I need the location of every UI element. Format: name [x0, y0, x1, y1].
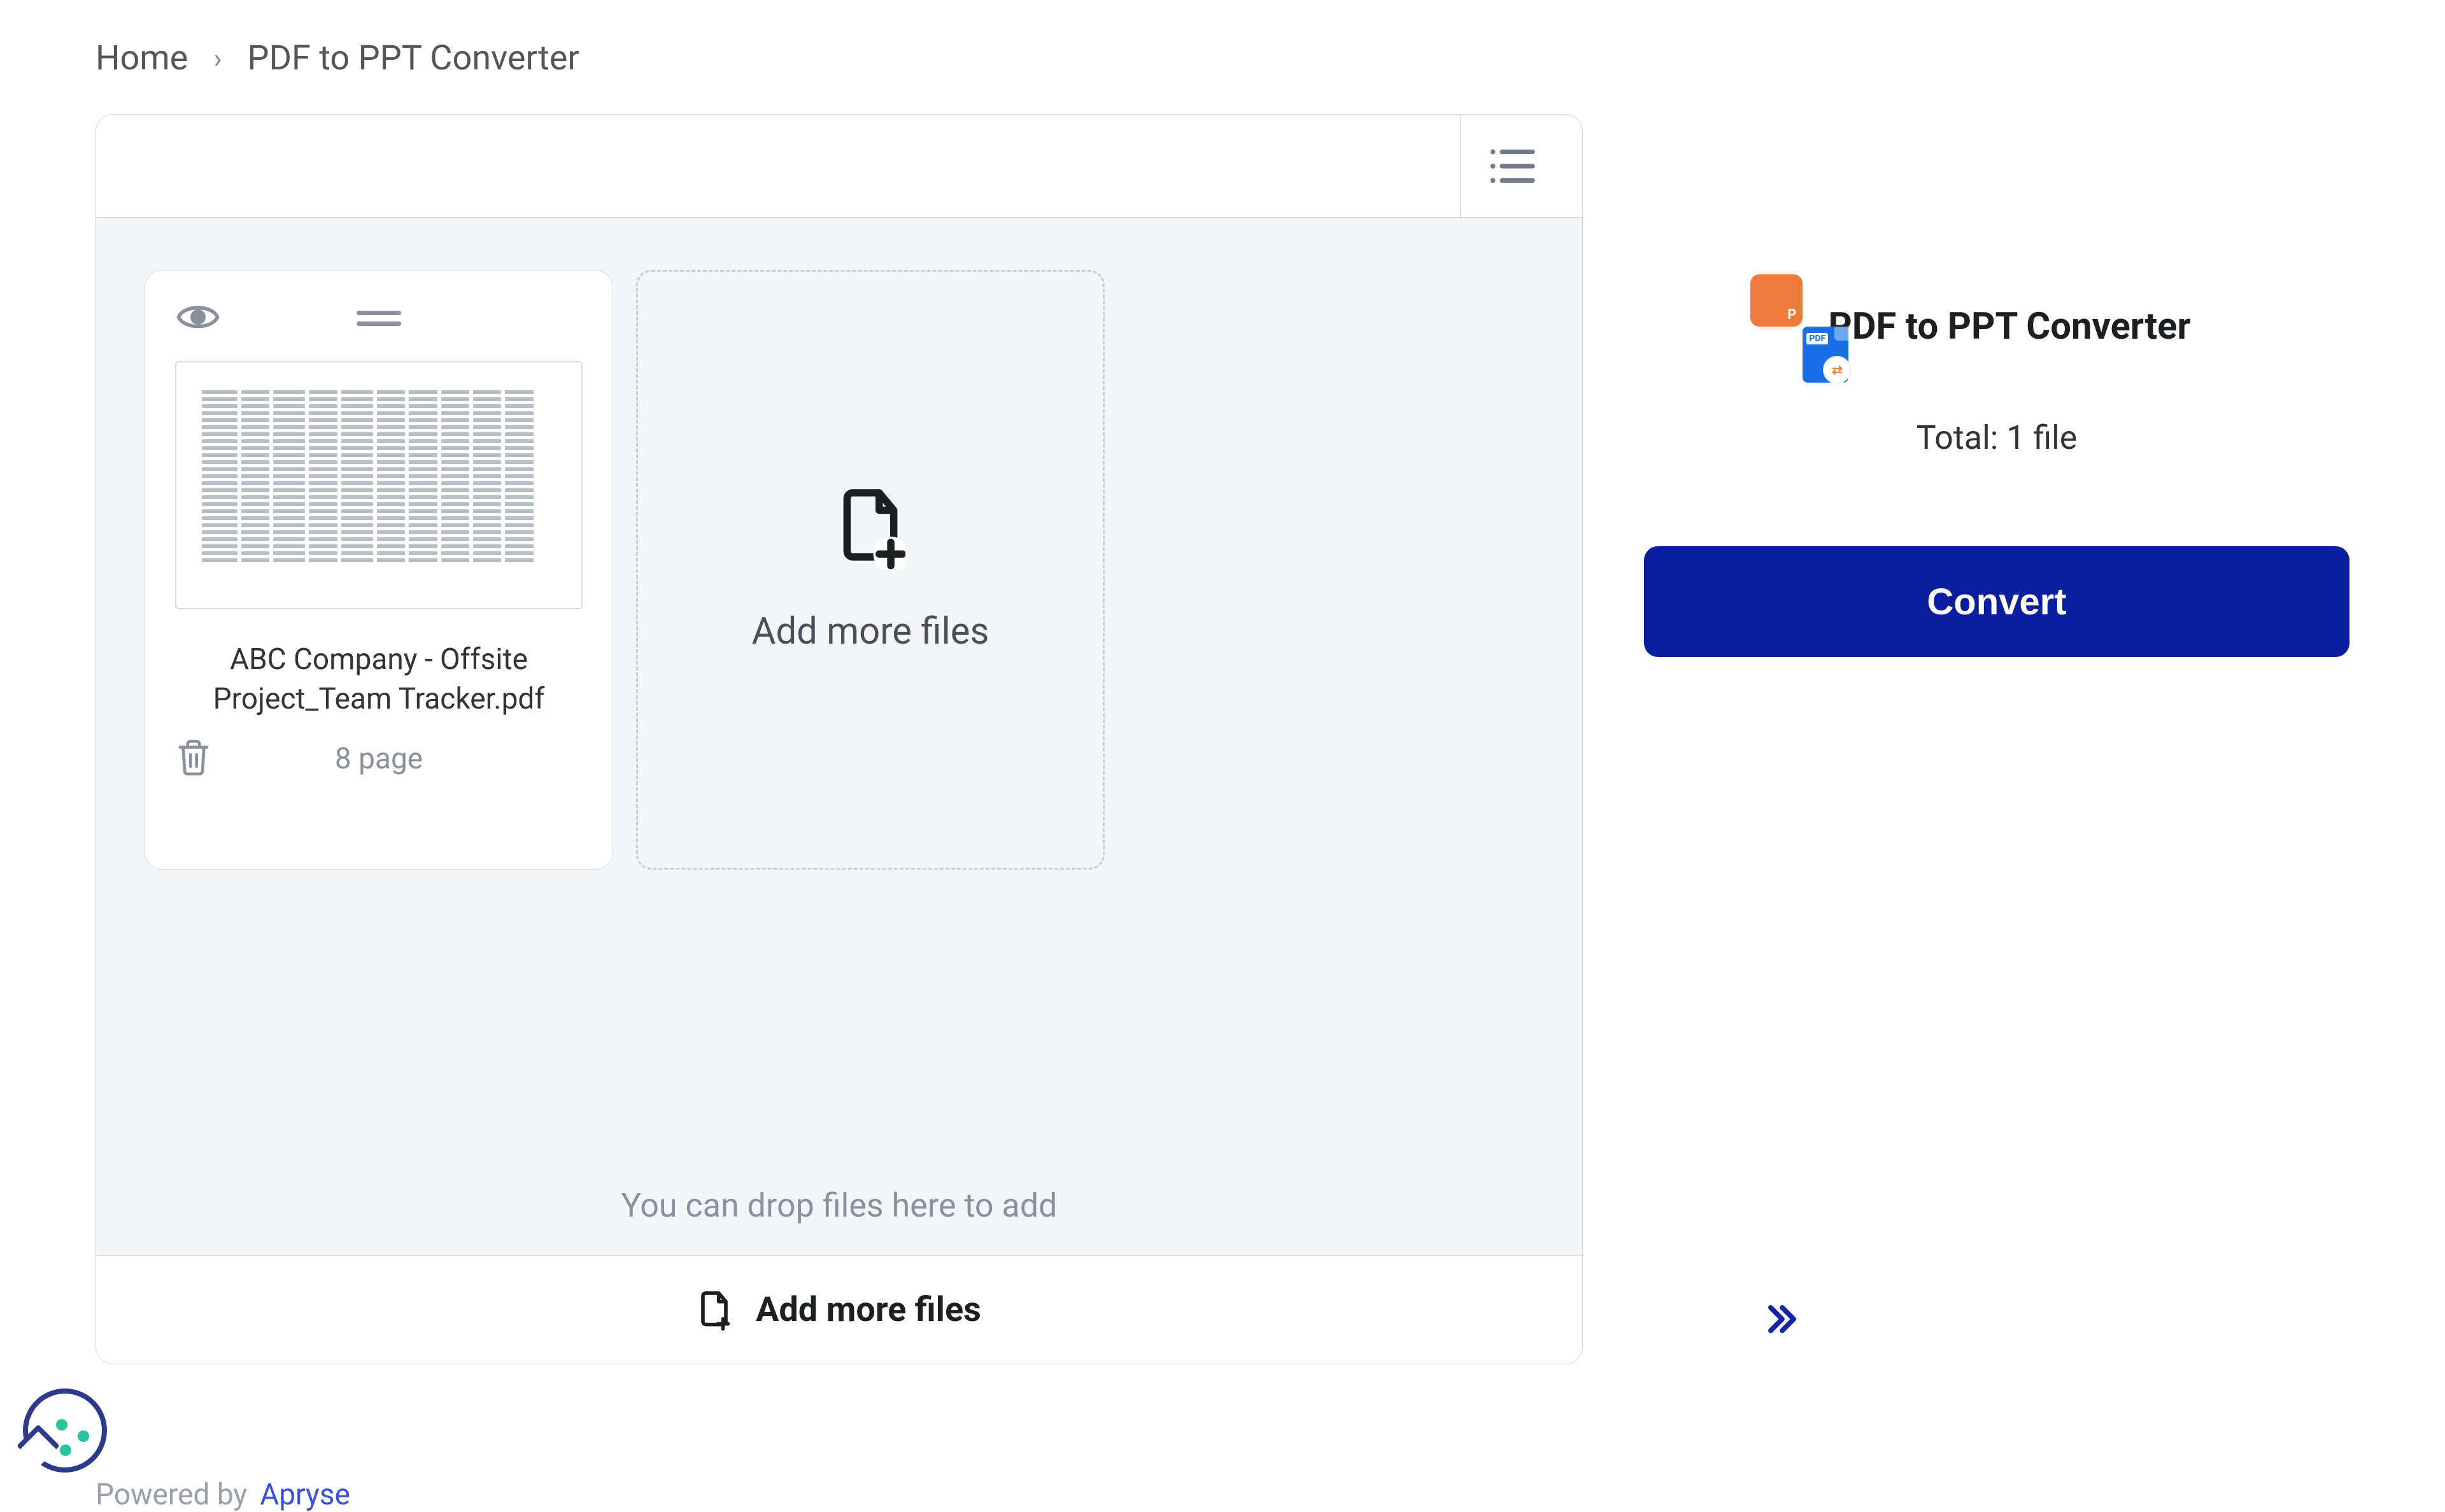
list-view-toggle[interactable]: [1460, 115, 1562, 217]
breadcrumb-separator-icon: ›: [213, 42, 222, 75]
delete-file-button[interactable]: [176, 738, 211, 780]
cookie-dot-icon: [60, 1445, 71, 1456]
cookie-settings-button[interactable]: [23, 1388, 107, 1473]
breadcrumb-home-link[interactable]: Home: [96, 38, 188, 78]
add-more-files-footer-button[interactable]: Add more files: [96, 1255, 1582, 1364]
powered-by: Powered by Apryse: [96, 1478, 350, 1512]
eye-icon: [176, 301, 220, 333]
file-card-header: [168, 301, 590, 336]
add-more-files-label: Add more files: [752, 610, 989, 653]
breadcrumb-current: PDF to PPT Converter: [248, 38, 579, 78]
file-card-footer: 8 page: [168, 742, 590, 776]
chevrons-right-icon: [1762, 1299, 1802, 1339]
list-view-icon: [1488, 147, 1535, 185]
trash-icon: [176, 738, 211, 777]
file-add-small-icon: [697, 1290, 732, 1331]
preview-button[interactable]: [176, 301, 220, 336]
file-add-icon: [835, 486, 905, 569]
drop-zone-hint: You can drop files here to add: [96, 1186, 1582, 1225]
panel-header: [96, 115, 1582, 218]
breadcrumb: Home › PDF to PPT Converter: [96, 38, 2349, 78]
convert-button[interactable]: Convert: [1644, 546, 2349, 657]
thumbnail-preview-text: [195, 375, 562, 385]
total-files-label: Total: 1 file: [1917, 418, 2078, 457]
sidebar-title: PDF to PPT Converter: [1828, 305, 2190, 348]
file-thumbnail[interactable]: [175, 361, 583, 609]
powered-by-vendor-link[interactable]: Apryse: [260, 1478, 350, 1512]
files-panel: ABC Company - Offsite Project_Team Track…: [96, 114, 1583, 1364]
cookie-dot-icon: [78, 1431, 89, 1442]
panel-body: ABC Company - Offsite Project_Team Track…: [96, 218, 1582, 1255]
drag-handle-icon[interactable]: [220, 311, 537, 326]
powered-by-prefix: Powered by: [96, 1478, 247, 1512]
file-cards-row: ABC Company - Offsite Project_Team Track…: [145, 270, 1534, 870]
file-name-label: ABC Company - Offsite Project_Team Track…: [168, 640, 590, 719]
sidebar-header: PDF ⇄ PDF to PPT Converter: [1803, 305, 2190, 348]
main-layout: ABC Company - Offsite Project_Team Track…: [96, 114, 2349, 1364]
file-card[interactable]: ABC Company - Offsite Project_Team Track…: [145, 270, 613, 870]
add-more-files-card[interactable]: Add more files: [636, 270, 1105, 870]
sidebar: PDF ⇄ PDF to PPT Converter Total: 1 file…: [1644, 114, 2349, 657]
cookie-dot-icon: [56, 1419, 67, 1431]
collapse-sidebar-button[interactable]: [1762, 1299, 1802, 1341]
thumbnail-content: [195, 390, 562, 562]
add-more-files-footer-label: Add more files: [756, 1290, 981, 1330]
app-root: Home › PDF to PPT Converter: [0, 0, 2445, 1512]
page-count-label: 8 page: [335, 742, 423, 776]
